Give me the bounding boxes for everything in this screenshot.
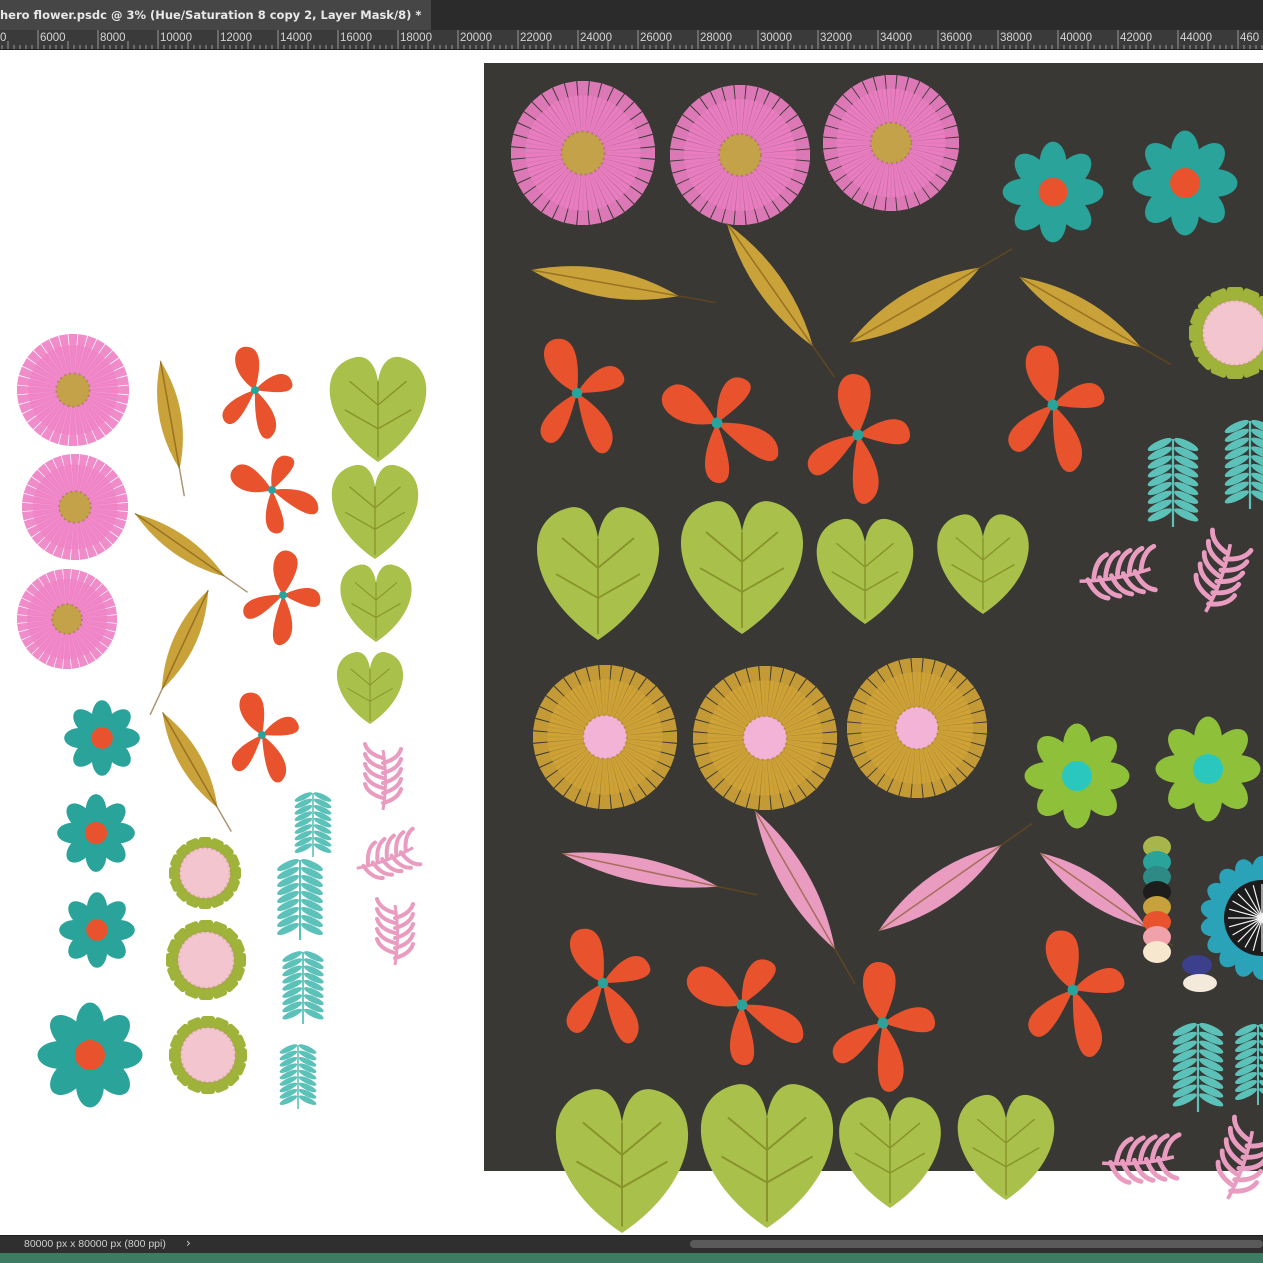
horizontal-ruler[interactable]: 0 6000 8000 10000 12000 14000 16000 18000 20000 2… — [0, 30, 1263, 50]
ruler-label: 44000 — [1180, 32, 1212, 44]
ruler-label: 16000 — [340, 32, 372, 44]
mint-fern — [282, 951, 324, 1025]
heart-leaf — [331, 464, 419, 559]
window-bottom-strip — [0, 1253, 1263, 1263]
ruler-label: 38000 — [1000, 32, 1032, 44]
ruler-label: 26000 — [640, 32, 672, 44]
ruler-label: 32000 — [820, 32, 852, 44]
canvas-artwork — [17, 63, 1263, 1233]
ruler-label: 22000 — [520, 32, 552, 44]
ruler-label: 42000 — [1120, 32, 1152, 44]
ruler-label: 12000 — [220, 32, 252, 44]
heart-leaf — [329, 356, 427, 462]
ruler-label: 460 — [1240, 32, 1260, 44]
ring-flower — [169, 837, 241, 909]
teal-flower — [37, 1002, 143, 1108]
ruler-label: 30000 — [760, 32, 792, 44]
ruler-label: 18000 — [400, 32, 432, 44]
document-tab-bar: hero flower.psdc @ 3% (Hue/Saturation 8 … — [0, 0, 1263, 31]
orange-flower — [231, 692, 299, 783]
ring-flower — [169, 1016, 247, 1094]
mint-fern — [279, 1044, 317, 1110]
heart-leaf — [336, 652, 404, 724]
horizontal-scrollbar[interactable] — [690, 1240, 1263, 1248]
pink-sprig — [356, 826, 423, 880]
orange-flower — [243, 550, 321, 646]
pink-aster — [22, 454, 128, 560]
ochre-leaf — [149, 589, 209, 716]
ruler-label: 20000 — [460, 32, 492, 44]
ochre-leaf — [157, 360, 186, 497]
heart-leaf — [340, 564, 412, 642]
ruler-label: 40000 — [1060, 32, 1092, 44]
teal-flower — [1132, 130, 1238, 236]
ochre-leaf — [134, 512, 249, 593]
teal-flower — [57, 794, 135, 872]
pink-sprig — [363, 742, 403, 811]
green-flower — [1155, 716, 1261, 822]
document-canvas[interactable] — [0, 50, 1263, 1235]
green-flower — [1024, 723, 1130, 829]
ruler-label: 0 — [0, 32, 7, 44]
mint-fern — [277, 859, 323, 940]
pink-sprig — [375, 897, 415, 966]
ruler-label: 8000 — [100, 32, 126, 44]
document-tab[interactable]: hero flower.psdc @ 3% (Hue/Saturation 8 … — [0, 0, 432, 30]
mint-fern — [294, 792, 332, 858]
pink-aster — [17, 569, 117, 669]
orange-flower — [222, 346, 293, 439]
ochre-leaf — [161, 711, 232, 832]
orange-flower — [230, 455, 319, 534]
pink-aster — [17, 334, 129, 446]
ring-flower — [166, 920, 246, 1000]
ruler-label: 24000 — [580, 32, 612, 44]
ruler-label: 36000 — [940, 32, 972, 44]
ruler-label: 34000 — [880, 32, 912, 44]
ruler-label: 28000 — [700, 32, 732, 44]
teal-flower — [64, 700, 140, 776]
ruler-label: 10000 — [160, 32, 192, 44]
teal-flower — [1002, 141, 1104, 243]
status-bar: 80000 px x 80000 px (800 ppi) › — [0, 1235, 1263, 1253]
teal-flower — [59, 892, 135, 968]
status-menu-arrow-icon[interactable]: › — [186, 1236, 191, 1250]
ruler-label: 14000 — [280, 32, 312, 44]
document-size-info[interactable]: 80000 px x 80000 px (800 ppi) — [24, 1238, 166, 1250]
ruler-label: 6000 — [40, 32, 66, 44]
